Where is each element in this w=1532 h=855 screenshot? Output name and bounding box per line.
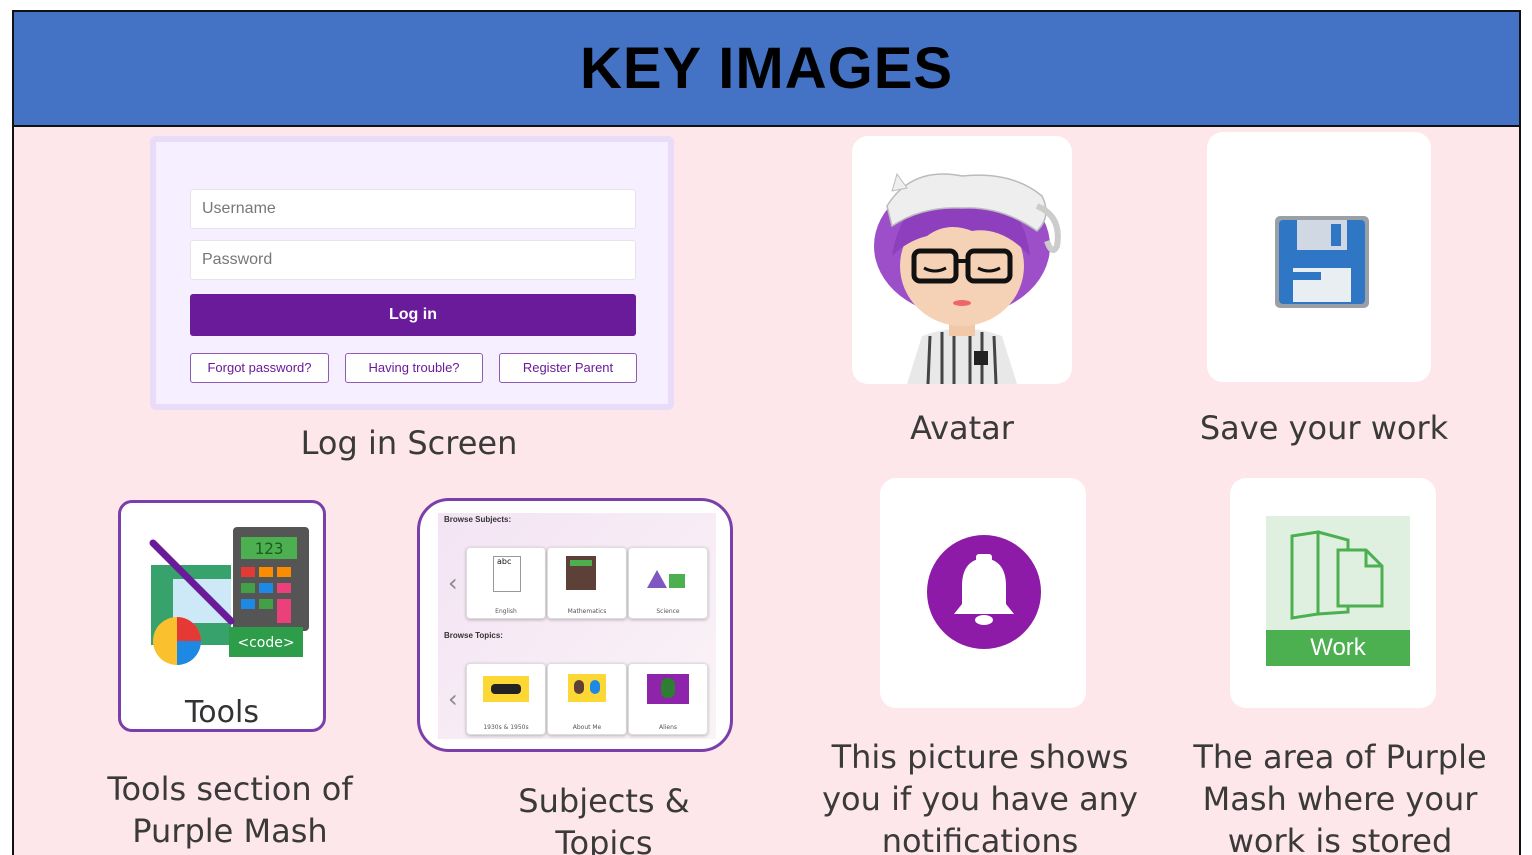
notifications-caption-line3: notifications <box>881 822 1079 855</box>
topic-tile-1930s: 1930s & 1950s <box>466 663 546 735</box>
subject-tile-english: abc English <box>466 547 546 619</box>
forgot-password-button: Forgot password? <box>190 353 329 383</box>
tools-label: Tools <box>185 695 259 730</box>
tools-collage-icon: 123 <code> <box>149 527 309 665</box>
tools-card: 123 <code> Tools <box>118 500 326 732</box>
car-body <box>491 684 521 694</box>
folder-icon <box>1290 530 1384 620</box>
bell-icon <box>927 535 1041 649</box>
save-caption: Save your work <box>1199 409 1449 447</box>
chevron-left-icon: ‹ <box>448 569 458 597</box>
subject-tile-science: Science <box>628 547 708 619</box>
notifications-caption: This picture shows you if you have any n… <box>820 736 1140 855</box>
calculator-screen <box>570 560 592 566</box>
person-figure <box>574 680 584 694</box>
topic-tile-label: About Me <box>572 724 602 731</box>
work-label: Work <box>1266 630 1410 666</box>
subjects-panel: Browse Subjects: ‹ abc English Mathemati… <box>438 513 716 739</box>
header-bar: KEY IMAGES <box>14 12 1519 127</box>
subject-tile-label: Science <box>656 608 680 615</box>
login-button: Log in <box>190 294 636 336</box>
topic-tile-label: Aliens <box>658 724 678 731</box>
browse-subjects-heading: Browse Subjects: <box>444 515 512 524</box>
english-icon-text: abc <box>497 557 512 566</box>
subject-tile-label: English <box>495 608 517 615</box>
avatar-card <box>852 136 1072 384</box>
subject-tile-label: Mathematics <box>567 608 607 615</box>
notifications-card <box>880 478 1086 708</box>
alien-figure <box>661 678 675 698</box>
login-caption: Log in Screen <box>300 424 518 462</box>
avatar-caption: Avatar <box>910 409 1014 447</box>
work-caption-line2: Mash where your <box>1202 780 1478 818</box>
register-parent-button: Register Parent <box>499 353 637 383</box>
tools-caption-line2: Purple Mash <box>132 812 328 850</box>
topic-tile-label: 1930s & 1950s <box>483 724 529 731</box>
work-caption: The area of Purple Mash where your work … <box>1180 736 1500 855</box>
beaker-icon <box>669 574 685 588</box>
work-caption-line1: The area of Purple <box>1193 738 1487 776</box>
subjects-caption-line2: Topics <box>555 824 653 855</box>
subject-tile-mathematics: Mathematics <box>547 547 627 619</box>
topic-tile-aliens: Aliens <box>628 663 708 735</box>
flask-icon <box>647 570 667 588</box>
subjects-caption: Subjects & Topics <box>464 780 744 855</box>
page-title: KEY IMAGES <box>579 36 954 101</box>
tools-caption-line1: Tools section of <box>107 770 353 808</box>
username-field: Username <box>190 189 636 229</box>
work-caption-line3: work is stored <box>1227 822 1453 855</box>
calculator-display: 123 <box>255 539 284 558</box>
save-card <box>1207 132 1431 382</box>
subjects-topics-card: Browse Subjects: ‹ abc English Mathemati… <box>417 498 733 752</box>
topic-tile-about-me: About Me <box>547 663 627 735</box>
notifications-caption-line1: This picture shows <box>831 738 1129 776</box>
avatar-icon <box>874 172 1061 384</box>
work-card: Work <box>1230 478 1436 708</box>
tools-caption: Tools section of Purple Mash <box>94 768 366 852</box>
subjects-caption-line1: Subjects & <box>518 782 690 820</box>
notifications-caption-line2: you if you have any <box>822 780 1138 818</box>
chevron-left-icon: ‹ <box>448 685 458 713</box>
person-figure <box>590 680 600 694</box>
having-trouble-button: Having trouble? <box>345 353 483 383</box>
password-field: Password <box>190 240 636 280</box>
browse-topics-heading: Browse Topics: <box>444 631 503 640</box>
floppy-disk-icon <box>1275 216 1369 308</box>
slide-frame: KEY IMAGES Username Password Log in Forg… <box>12 10 1521 855</box>
code-label: <code> <box>237 635 294 651</box>
login-screen-image: Username Password Log in Forgot password… <box>150 136 674 410</box>
work-folder-tile: Work <box>1266 516 1410 666</box>
